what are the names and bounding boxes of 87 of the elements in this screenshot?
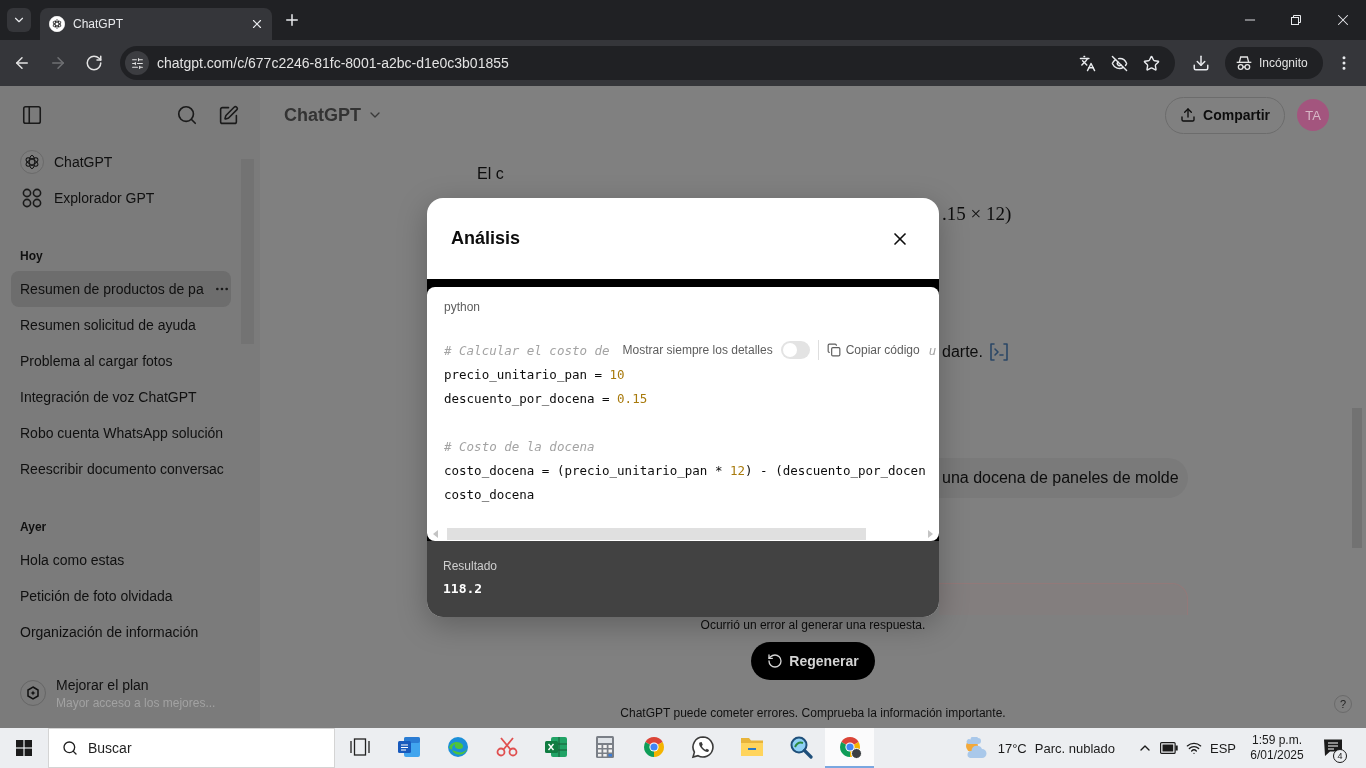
date-text[interactable]: 6/01/2025 — [1250, 748, 1304, 763]
dialog-title: Análisis — [451, 228, 521, 249]
sidebar-toggle-icon[interactable] — [21, 104, 43, 126]
conversation-item[interactable]: Hola como estas — [11, 542, 231, 578]
copy-code-button[interactable]: Copiar código — [826, 343, 920, 357]
code-line: precio_unitario_pan = 10 — [443, 365, 626, 384]
copy-icon — [826, 343, 841, 357]
battery-icon[interactable] — [1160, 742, 1178, 754]
time-text[interactable]: 1:59 p.m. — [1252, 733, 1302, 748]
four-circles-icon — [22, 188, 42, 208]
upload-icon — [1180, 107, 1197, 123]
browser-tab[interactable]: ChatGPT — [40, 8, 272, 40]
search-icon — [62, 740, 78, 756]
scrollbar-thumb[interactable] — [447, 528, 866, 540]
chat-bubble-icon — [690, 735, 715, 759]
code-line: # Costo de la docena — [443, 437, 596, 456]
profile-circle-icon — [837, 735, 862, 759]
address-bar[interactable]: chatgpt.com/c/677c2246-81fc-8001-a2bc-d1e0c3b01855 — [120, 46, 1175, 80]
sliders-icon — [130, 56, 144, 70]
message-text: darte. — [942, 342, 983, 362]
new-chat-icon[interactable] — [217, 104, 239, 126]
disclaimer-text: ChatGPT puede cometer errores. Comprueba la información importante. — [620, 706, 1006, 720]
conversation-item[interactable]: Organización de información — [11, 614, 231, 650]
code-comment: u — [928, 342, 937, 358]
code-comment: # Calcular el costo de — [444, 342, 610, 358]
search-icon[interactable] — [176, 104, 198, 126]
conversation-item[interactable]: Resumen de productos de pa — [11, 271, 231, 307]
four-squares-icon[interactable] — [16, 740, 32, 756]
scissors-icon — [494, 735, 519, 759]
code-line: descuento_por_docena = 0.15 — [443, 389, 649, 408]
tab-list-button[interactable] — [7, 8, 31, 32]
result-label: Resultado — [443, 558, 499, 575]
wifi-icon[interactable] — [1186, 740, 1202, 756]
close-icon[interactable] — [250, 17, 264, 31]
site-info-button[interactable] — [125, 51, 149, 75]
folder-icon — [739, 736, 764, 758]
magnifier-icon — [788, 735, 813, 759]
language-label: python — [443, 299, 482, 316]
notification-count: 4 — [1333, 749, 1347, 763]
regenerate-button[interactable]: Regenerar — [751, 642, 875, 680]
taskbar-button[interactable] — [825, 728, 874, 768]
task-view-icon — [349, 738, 370, 756]
profile-button[interactable]: Incógnito — [1225, 47, 1323, 79]
error-text: Ocurrió un error al generar una respuesta. — [700, 618, 926, 632]
swirl-icon — [445, 735, 470, 759]
upgrade-title[interactable]: Mejorar el plan — [56, 676, 216, 693]
knot-logo-icon — [20, 150, 44, 174]
conversation-item[interactable]: Robo cuenta WhatsApp solución — [11, 415, 231, 451]
reload-icon[interactable] — [85, 54, 103, 72]
new-tab-icon[interactable] — [283, 11, 301, 29]
conversation-item[interactable]: Resumen solicitud de ayuda — [11, 307, 231, 343]
spreadsheet-app-icon — [543, 735, 568, 759]
sidebar-item[interactable]: ChatGPT — [11, 144, 231, 180]
hat-glasses-icon — [1236, 55, 1252, 71]
document-app-icon — [396, 735, 421, 759]
conversation-item[interactable]: Petición de foto olvidada — [11, 578, 231, 614]
model-selector[interactable]: ChatGPT — [284, 104, 383, 126]
rotate-icon — [767, 653, 784, 669]
conversation-item[interactable]: Reescribir documento conversac — [11, 451, 231, 487]
section-heading: Hoy — [19, 248, 44, 265]
restore-icon[interactable] — [1291, 15, 1301, 25]
math-formula: .15 × 12) — [942, 202, 1012, 226]
message-text: El c — [477, 164, 504, 184]
avatar[interactable]: TA — [1297, 99, 1329, 131]
download-icon[interactable] — [1192, 54, 1210, 72]
temperature-text: 17°C — [997, 740, 1027, 756]
conversation-item[interactable]: Integración de voz ChatGPT — [11, 379, 231, 415]
search-input[interactable]: Buscar — [88, 740, 334, 756]
language-indicator: ESP — [1210, 740, 1236, 756]
star-icon[interactable] — [1142, 54, 1160, 72]
calculator-icon — [594, 735, 615, 759]
favicon-icon — [49, 16, 65, 32]
url-field[interactable]: chatgpt.com/c/677c2246-81fc-8001-a2bc-d1e0c3b01855 — [157, 52, 1069, 74]
sidebar-item[interactable]: Explorador GPT — [11, 180, 231, 216]
eye-off-icon[interactable] — [1110, 54, 1128, 72]
toggle-switch[interactable] — [780, 341, 810, 359]
code-line: costo_docena — [443, 485, 536, 504]
conversation-item[interactable]: Problema al cargar fotos — [11, 343, 231, 379]
result-value: 118.2 — [443, 581, 484, 597]
tricolor-circle-icon — [641, 735, 666, 759]
translate-icon[interactable] — [1078, 54, 1096, 72]
weather-condition-text: Parc. nublado — [1034, 740, 1115, 756]
section-heading: Ayer — [19, 519, 48, 536]
toggle-label: Mostrar siempre los detalles — [622, 343, 773, 357]
search-field[interactable]: Buscar — [48, 728, 335, 768]
code-line: costo_docena = (precio_unitario_pan * 12) - (descuento_por_docen — [443, 461, 927, 480]
user-message-bubble: una docena de paneles de molde — [939, 458, 1188, 498]
